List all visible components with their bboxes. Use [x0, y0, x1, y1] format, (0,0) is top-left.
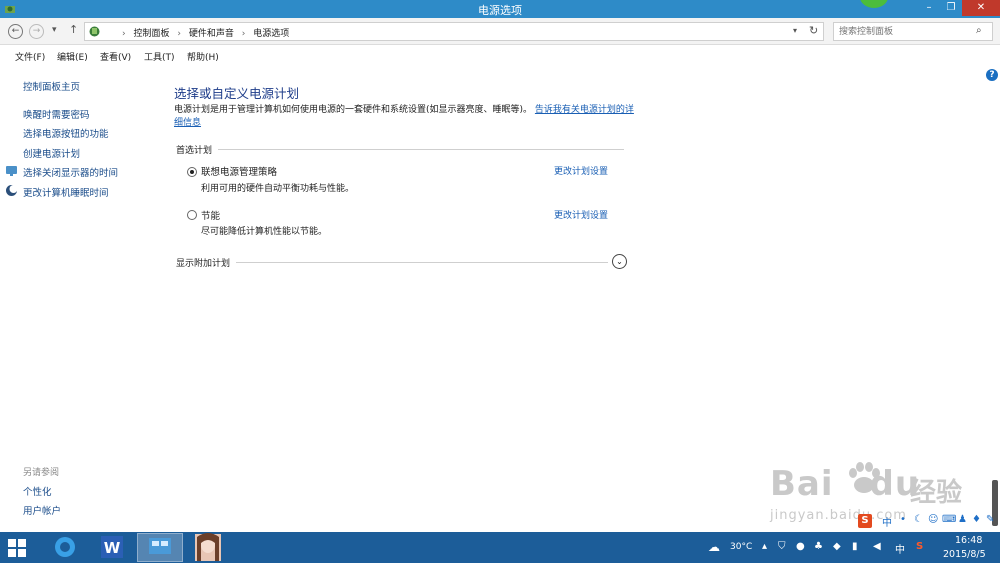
forward-button[interactable]: →	[29, 24, 44, 39]
search-input[interactable]	[839, 25, 969, 38]
menu-file[interactable]: 文件(F)	[15, 50, 45, 63]
close-button[interactable]: ✕	[962, 0, 1000, 16]
sidebar-item-sleep-time[interactable]: 更改计算机睡眠时间	[23, 185, 109, 199]
browser-icon	[55, 537, 75, 557]
watermark-bai: Bai	[770, 464, 834, 504]
divider	[218, 149, 624, 150]
chevron-right-icon[interactable]: ›	[242, 29, 246, 39]
crumb-hardware-sound[interactable]: 硬件和声音	[189, 29, 234, 39]
address-bar[interactable]: › 控制面板 › 硬件和声音 › 电源选项 ▾ ↻	[84, 22, 824, 41]
maximize-button[interactable]: ❐	[940, 0, 962, 16]
crumb-control-panel[interactable]: 控制面板	[133, 29, 169, 39]
sidebar-item-wake-password[interactable]: 唤醒时需要密码	[23, 107, 90, 121]
clock-time[interactable]: 16:48	[955, 535, 982, 546]
control-panel-icon	[89, 26, 100, 37]
menu-view[interactable]: 查看(V)	[100, 50, 131, 63]
punctuation-icon[interactable]: •	[900, 514, 906, 525]
page-title: 选择或自定义电源计划	[174, 86, 300, 101]
up-button[interactable]: ↑	[69, 23, 78, 36]
qq-icon[interactable]: ♣	[814, 541, 823, 552]
menu-tools[interactable]: 工具(T)	[144, 50, 175, 63]
tools-icon[interactable]: ✎	[986, 514, 994, 525]
search-box[interactable]: ⌕	[833, 22, 993, 41]
chevron-down-icon[interactable]: ▾	[793, 26, 797, 35]
volume-icon[interactable]: ◀	[873, 541, 881, 552]
shield-icon[interactable]: ⛉	[778, 541, 786, 552]
window-title: 电源选项	[478, 4, 522, 17]
control-panel-icon	[149, 538, 171, 554]
menu-help[interactable]: 帮助(H)	[187, 50, 219, 63]
emoji-icon[interactable]: ☺	[928, 514, 938, 525]
weather-icon[interactable]: ☁	[708, 540, 720, 554]
address-toolbar: ← → ▾ ↑ › 控制面板 › 硬件和声音 › 电源选项 ▾ ↻ ⌕	[0, 18, 1000, 45]
sogou-logo[interactable]: S	[858, 514, 872, 528]
moon-icon	[6, 185, 18, 196]
crumb-power-options[interactable]: 电源选项	[253, 29, 289, 39]
security-icon[interactable]: ◆	[833, 541, 841, 552]
breadcrumb: › 控制面板 › 硬件和声音 › 电源选项	[117, 26, 289, 39]
minimize-button[interactable]: –	[918, 0, 940, 16]
sidebar-item-create-plan[interactable]: 创建电源计划	[23, 146, 80, 160]
chevron-right-icon[interactable]: ›	[177, 29, 181, 39]
refresh-icon[interactable]: ↻	[809, 24, 818, 37]
soft-keyboard-icon[interactable]: ⌨	[942, 514, 956, 525]
menu-bar: 文件(F) 编辑(E) 查看(V) 工具(T) 帮助(H)	[0, 46, 1000, 66]
divider	[236, 262, 608, 263]
change-plan-settings-link[interactable]: 更改计划设置	[554, 164, 608, 177]
user-icon[interactable]: ♟	[958, 514, 967, 525]
change-plan-settings-link[interactable]: 更改计划设置	[554, 208, 608, 221]
see-also-user-accounts[interactable]: 用户帐户	[23, 503, 61, 517]
back-button[interactable]: ←	[8, 24, 23, 39]
chevron-right-icon: ›	[122, 29, 126, 39]
show-hidden-icons[interactable]: ▴	[762, 541, 767, 552]
svg-text:W: W	[104, 539, 121, 557]
shirt-icon[interactable]: ♦	[972, 514, 981, 525]
search-icon[interactable]: ⌕	[976, 25, 982, 36]
sidebar-item-display-off[interactable]: 选择关闭显示器的时间	[23, 165, 118, 179]
watermark-jingyan: 经验	[910, 478, 963, 508]
sogou-icon[interactable]: S	[916, 541, 923, 552]
clock-date[interactable]: 2015/8/5	[943, 549, 986, 560]
windows-start-icon[interactable]	[8, 539, 26, 557]
plan-desc-power-saver: 尽可能降低计算机性能以节能。	[201, 227, 328, 237]
moon-icon[interactable]: ☾	[914, 514, 923, 525]
taskbar-word[interactable]: W	[89, 533, 135, 562]
taskbar-control-panel[interactable]	[137, 533, 183, 562]
network-app-icon[interactable]: ●	[796, 541, 805, 552]
avatar-icon	[195, 533, 221, 561]
temperature[interactable]: 30°C	[730, 542, 752, 552]
plan-desc-balanced: 利用可用的硬件自动平衡功耗与性能。	[201, 184, 355, 194]
preferred-plans-label: 首选计划	[176, 146, 213, 156]
display-icon	[6, 166, 17, 176]
ime-toolbar: S 中 • ☾ ☺ ⌨ ♟ ♦ ✎	[858, 514, 998, 530]
paw-icon	[849, 462, 880, 493]
plan-radio-power-saver[interactable]	[187, 210, 197, 220]
sidebar-item-power-buttons[interactable]: 选择电源按钮的功能	[23, 126, 109, 140]
plan-name-power-saver[interactable]: 节能	[201, 208, 220, 222]
see-also-personalize[interactable]: 个性化	[23, 484, 52, 498]
plan-name-balanced[interactable]: 联想电源管理策略	[201, 164, 277, 178]
sidebar-control-panel-home[interactable]: 控制面板主页	[23, 79, 80, 93]
see-also-heading: 另请参阅	[23, 468, 60, 478]
recent-pages-dropdown[interactable]: ▾	[52, 25, 57, 35]
plan-radio-balanced[interactable]	[187, 167, 197, 177]
help-icon[interactable]: ?	[986, 69, 998, 81]
chevron-down-icon[interactable]: ⌄	[612, 254, 627, 269]
input-method[interactable]: 中	[895, 541, 905, 556]
menu-edit[interactable]: 编辑(E)	[57, 50, 88, 63]
description-text: 电源计划是用于管理计算机如何使用电源的一套硬件和系统设置(如显示器亮度、睡眠等)…	[174, 105, 533, 115]
taskbar: W ☁ 30°C ▴ ⛉ ● ♣ ◆ ▮ ◀ 中 S 16:48 2015/8/…	[0, 532, 1000, 563]
title-bar: 电源选项 – ❐ ✕	[0, 0, 1000, 18]
taskbar-browser[interactable]	[42, 533, 88, 562]
show-additional-plans-label[interactable]: 显示附加计划	[176, 256, 230, 269]
page-description: 电源计划是用于管理计算机如何使用电源的一套硬件和系统设置(如显示器亮度、睡眠等)…	[174, 104, 634, 130]
ime-mode[interactable]: 中	[882, 514, 892, 529]
taskbar-photo-app[interactable]	[185, 533, 231, 562]
wifi-signal-icon[interactable]: ▮	[852, 541, 858, 552]
word-icon: W	[101, 536, 123, 558]
